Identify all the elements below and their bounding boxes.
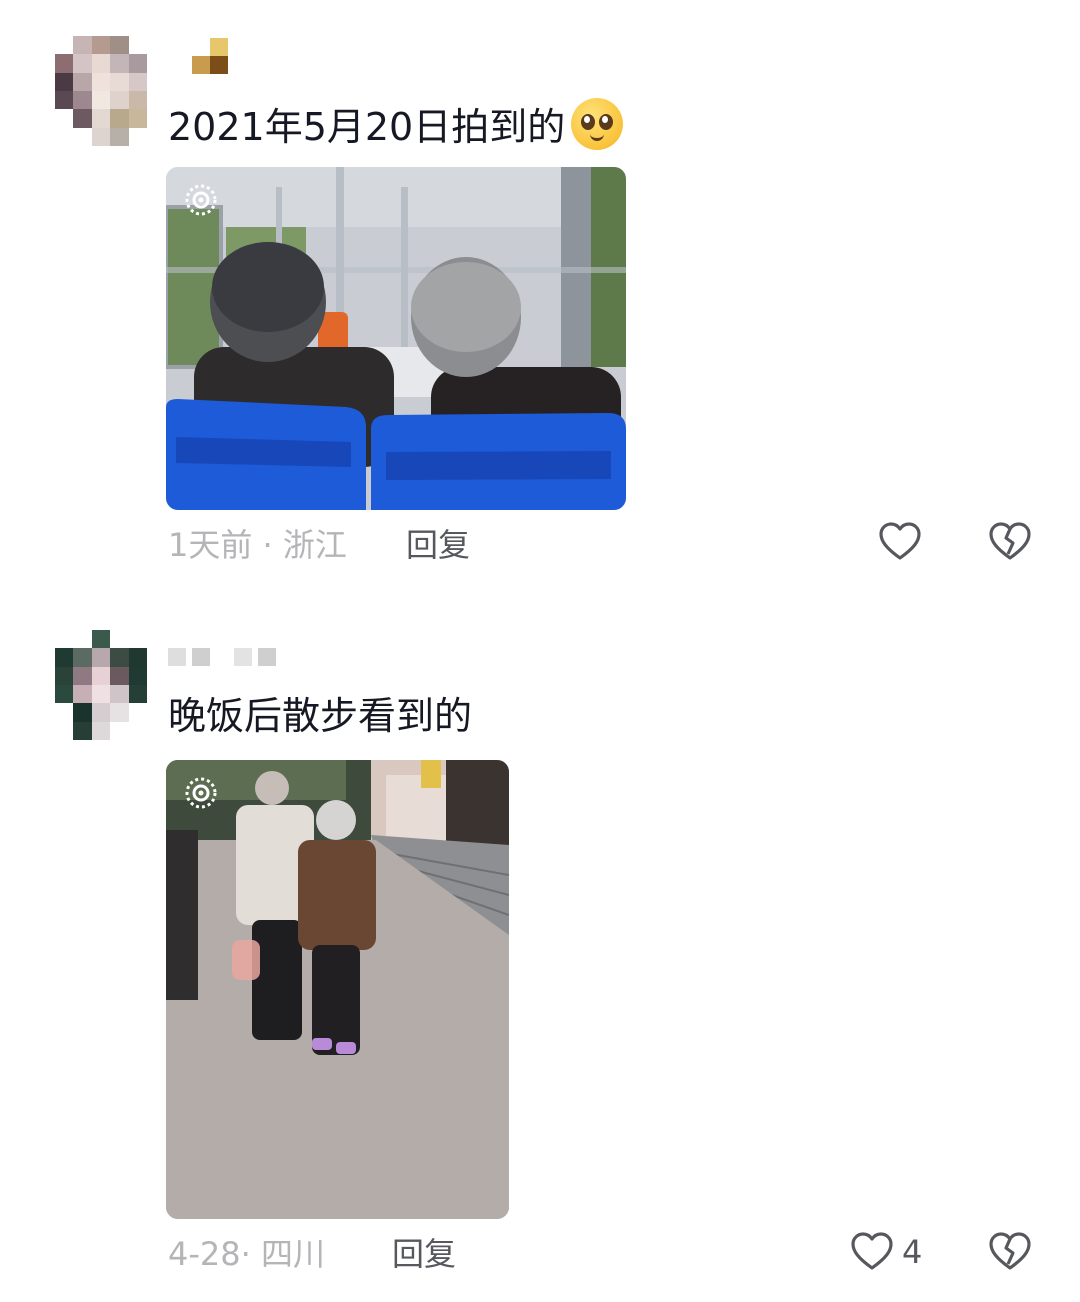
broken-heart-icon xyxy=(989,522,1031,560)
comment-time: 4-28 xyxy=(168,1235,241,1273)
like-button[interactable] xyxy=(878,520,930,564)
comment-location: 四川 xyxy=(260,1235,325,1273)
comment-photo[interactable] xyxy=(166,760,509,1219)
dislike-button[interactable] xyxy=(988,520,1032,568)
comment-time: 1天前 xyxy=(168,526,253,564)
avatar[interactable] xyxy=(55,36,147,146)
comment-location: 浙江 xyxy=(282,526,347,564)
reply-button[interactable]: 回复 xyxy=(406,525,470,565)
like-count: 4 xyxy=(902,1233,923,1271)
avatar[interactable] xyxy=(55,630,147,740)
username-mosaic[interactable] xyxy=(168,648,276,666)
comment-item: 2021年5月20日拍到的 1天前 · 浙江 回复 xyxy=(0,0,1080,600)
broken-heart-icon xyxy=(989,1232,1031,1270)
like-button[interactable]: 4 xyxy=(850,1230,922,1274)
reply-button[interactable]: 回复 xyxy=(392,1234,456,1274)
comment-text-content: 2021年5月20日拍到的 xyxy=(168,105,566,149)
pleading-face-emoji-icon xyxy=(571,98,624,150)
comment-text: 2021年5月20日拍到的 xyxy=(168,98,624,151)
comment-meta: 4-28· 四川 xyxy=(168,1235,325,1273)
dislike-button[interactable] xyxy=(988,1230,1032,1278)
comment-photo[interactable] xyxy=(166,167,626,510)
comment-meta: 1天前 · 浙江 xyxy=(168,526,347,564)
heart-icon xyxy=(851,1232,893,1270)
username-mosaic[interactable] xyxy=(168,38,228,74)
comment-item: 晚饭后散步看到的 4-28· 四川 回复 4 xyxy=(0,600,1080,1302)
heart-icon xyxy=(879,522,921,560)
comment-text: 晚饭后散步看到的 xyxy=(168,694,473,738)
